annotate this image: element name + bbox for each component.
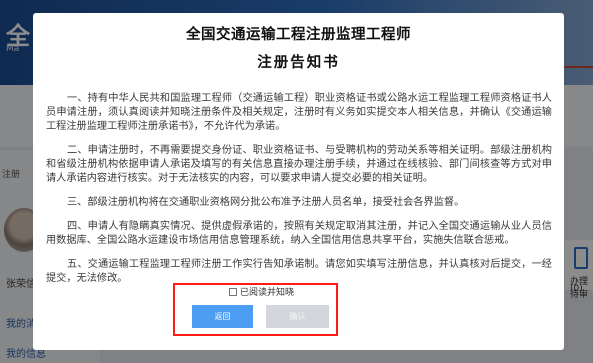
confirm-button[interactable]: 确认 [266, 305, 329, 328]
modal-subtitle: 注册告知书 [257, 55, 340, 71]
notice-paragraph: 三、部级注册机构将在交通职业资格网分批公布准予注册人员名单，接受社会各界监督。 [67, 197, 465, 208]
back-button[interactable]: 返回 [192, 305, 253, 328]
notice-paragraph: 五、交通运输工程监理工程师注册工作实行告知承诺制。请您如实填写注册信息，并认真核… [46, 259, 552, 284]
agree-checkbox-row[interactable]: 已阅读并知晓 [229, 285, 294, 298]
agree-label: 已阅读并知晓 [240, 288, 295, 298]
agree-checkbox[interactable] [229, 287, 237, 296]
notice-paragraph: 二、申请注册时，不再需要提交身份证、职业资格证书、与受聘机构的劳动关系等相关证明… [46, 145, 552, 184]
notice-paragraph: 四、申请人有隐瞒真实情况、提供虚假承诺的，按照有关规定取消其注册，并记入全国交通… [46, 221, 552, 246]
modal-title: 全国交通运输工程注册监理工程师 [186, 27, 411, 43]
notice-content: 一、持有中华人民共和国监理工程师（交通运输工程）职业资格证书或公路水运工程监理工… [46, 92, 552, 296]
notice-paragraph: 一、持有中华人民共和国监理工程师（交通运输工程）职业资格证书或公路水运工程监理工… [46, 93, 552, 132]
